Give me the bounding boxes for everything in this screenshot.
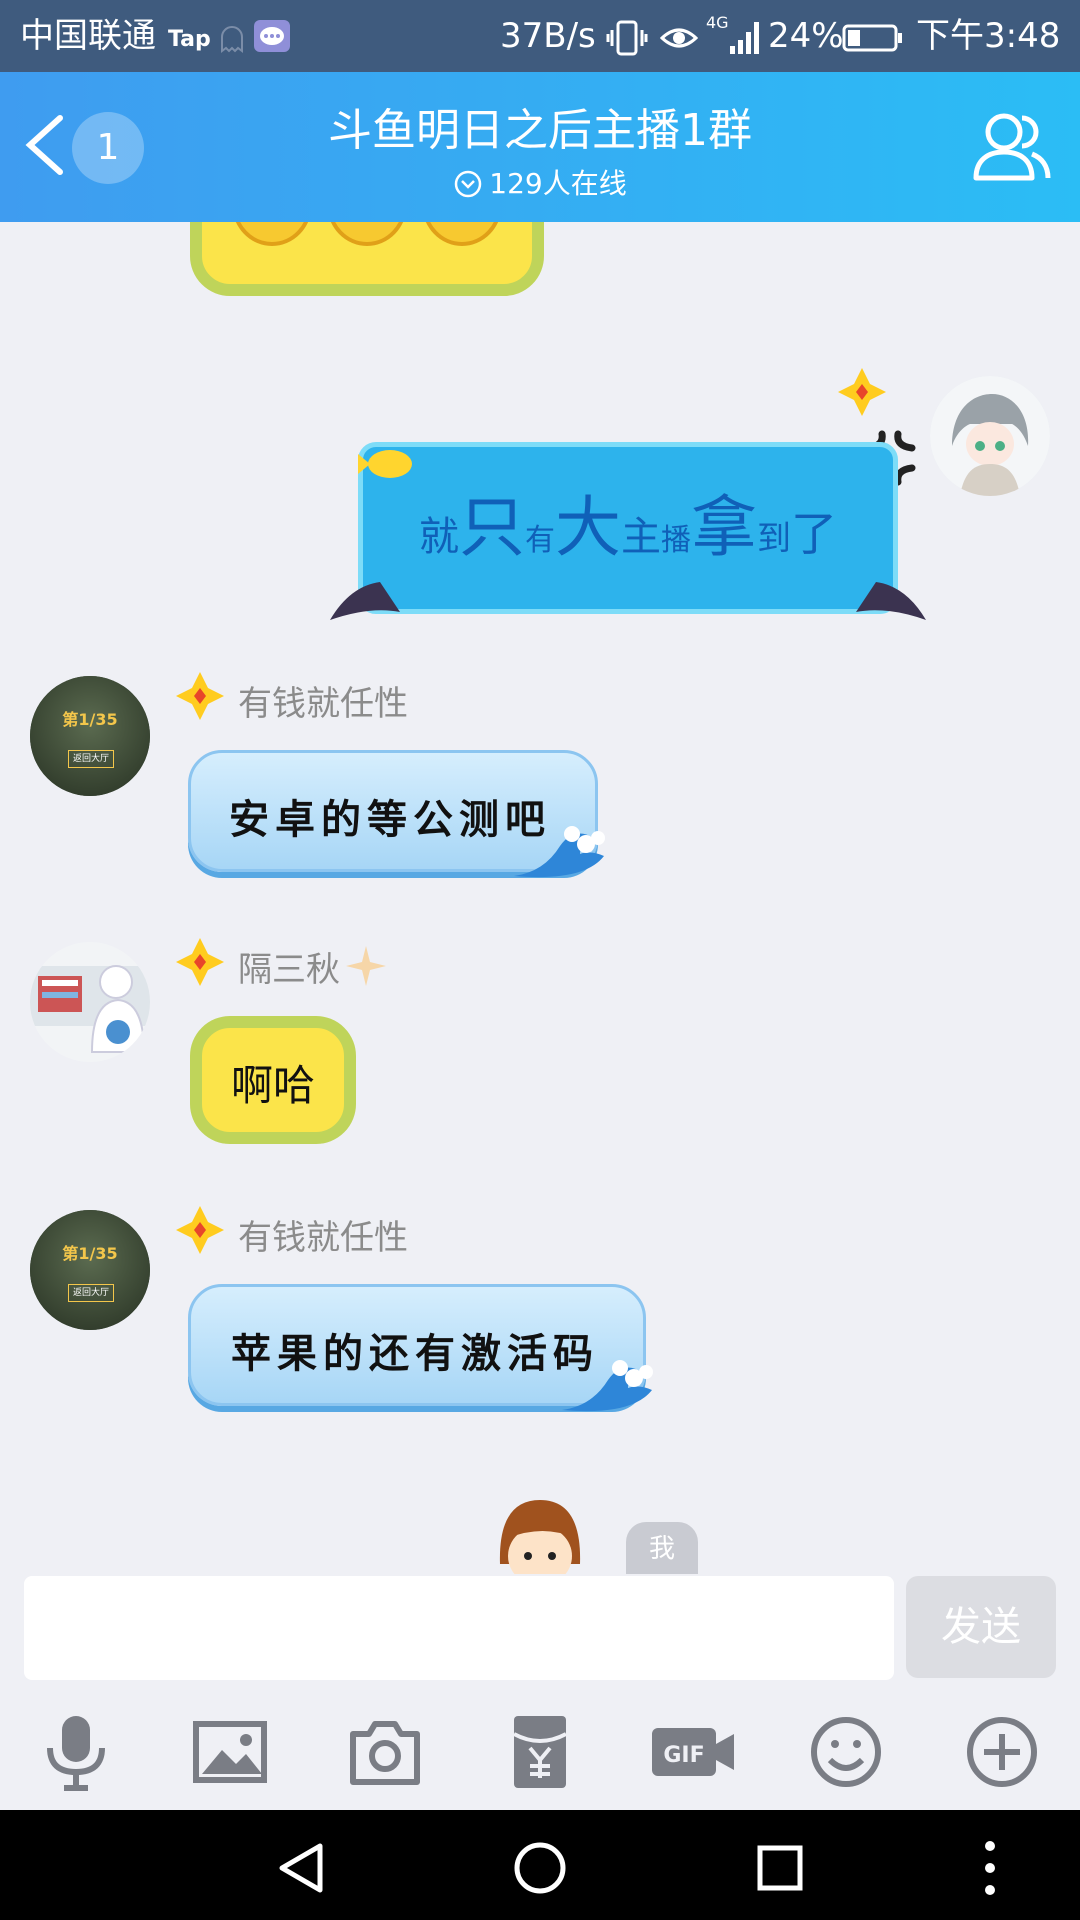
sparkle-icon xyxy=(344,944,388,988)
gif-label: GIF xyxy=(663,1743,704,1768)
navigation-bar xyxy=(0,1810,1080,1920)
wave-decoration-icon xyxy=(562,1350,654,1414)
sticker-bubble-partial xyxy=(190,222,544,296)
battery-icon xyxy=(842,22,904,52)
sender-name[interactable]: 隔三秋 xyxy=(238,942,340,991)
back-nav-icon[interactable] xyxy=(274,1840,330,1896)
chat-header: 1 斗鱼明日之后主播1群 129人在线 xyxy=(0,72,1080,222)
online-count[interactable]: 129人在线 xyxy=(0,162,1080,202)
message-list[interactable]: 就只有大主播拿到了 第1/35 返回大厅 有钱就任性 安卓的等公测吧 隔三秋 啊… xyxy=(0,222,1080,1574)
more-options-icon[interactable] xyxy=(980,1838,1000,1898)
home-nav-icon[interactable] xyxy=(512,1840,568,1896)
red-packet-icon[interactable] xyxy=(500,1712,580,1792)
status-bar: 中国联通 Tap 37B/s 4G 24% 下午3:48 xyxy=(0,0,1080,72)
sender-avatar[interactable] xyxy=(30,942,150,1062)
ghost-icon xyxy=(218,22,246,53)
vibrate-icon xyxy=(606,18,648,58)
message-app-icon xyxy=(254,20,290,52)
microphone-icon[interactable] xyxy=(36,1712,116,1792)
sender-avatar[interactable]: 第1/35 返回大厅 xyxy=(30,1210,150,1330)
net-speed: 37B/s xyxy=(500,16,596,56)
eye-icon xyxy=(659,20,699,56)
bat-decoration-right-icon xyxy=(856,576,926,622)
camera-icon[interactable] xyxy=(345,1712,425,1792)
sender-name[interactable]: 有钱就任性 xyxy=(238,1210,408,1259)
carrier-label: 中国联通 xyxy=(20,16,156,56)
message-bubble[interactable]: 啊哈 xyxy=(190,1016,356,1144)
plus-icon[interactable] xyxy=(962,1712,1042,1792)
diamond-badge-icon xyxy=(838,368,886,416)
me-tag: 我 xyxy=(626,1522,698,1574)
avatar-button-text: 返回大厅 xyxy=(68,1284,114,1302)
signal-icon xyxy=(728,18,764,56)
diamond-badge-icon xyxy=(176,672,224,720)
fish-decoration-icon xyxy=(358,444,416,484)
diamond-badge-icon xyxy=(176,1206,224,1254)
bat-decoration-left-icon xyxy=(330,576,400,622)
sender-name[interactable]: 有钱就任性 xyxy=(238,676,408,725)
my-message-bubble[interactable]: 就只有大主播拿到了 xyxy=(358,442,898,614)
sender-avatar[interactable]: 第1/35 返回大厅 xyxy=(30,676,150,796)
message-text: 啊哈 xyxy=(230,1061,315,1110)
message-text: 安卓的等公测吧 xyxy=(229,796,551,843)
diamond-badge-icon xyxy=(176,938,224,986)
group-members-icon[interactable] xyxy=(970,102,1054,186)
message-text: 苹果的还有激活码 xyxy=(231,1330,599,1377)
message-input[interactable] xyxy=(24,1576,894,1680)
gif-icon[interactable]: GIF xyxy=(650,1712,736,1792)
group-title[interactable]: 斗鱼明日之后主播1群 xyxy=(0,94,1080,158)
send-button[interactable]: 发送 xyxy=(906,1576,1056,1678)
online-count-label: 129人在线 xyxy=(489,167,627,200)
my-message-text: 就只有大主播拿到了 xyxy=(419,489,837,566)
recents-nav-icon[interactable] xyxy=(752,1840,808,1896)
cartoon-avatar[interactable] xyxy=(494,1494,586,1574)
image-icon[interactable] xyxy=(190,1712,270,1792)
chevron-circle-icon xyxy=(455,170,482,198)
avatar-caption: 第1/35 xyxy=(62,710,118,729)
emoji-icon[interactable] xyxy=(806,1712,886,1792)
avatar-button-text: 返回大厅 xyxy=(68,750,114,768)
network-type: 4G xyxy=(706,13,729,32)
tap-app-label: Tap xyxy=(168,27,211,52)
avatar-caption: 第1/35 xyxy=(62,1244,118,1263)
clock: 下午3:48 xyxy=(916,16,1061,56)
my-avatar[interactable] xyxy=(930,376,1050,496)
battery-percent: 24% xyxy=(768,16,844,56)
wave-decoration-icon xyxy=(514,816,606,880)
